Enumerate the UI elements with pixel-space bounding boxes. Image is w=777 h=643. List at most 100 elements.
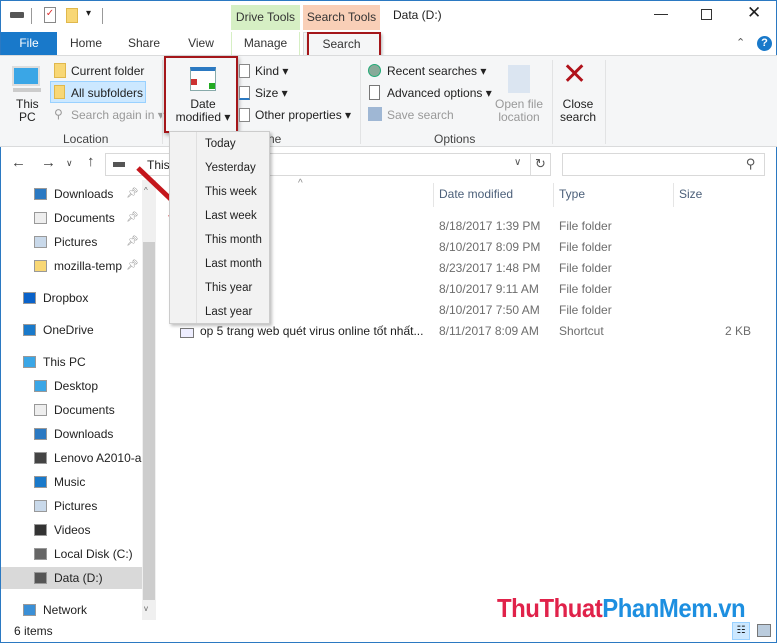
label: Other properties	[255, 108, 342, 122]
nav-item-label: Local Disk (C:)	[54, 547, 133, 561]
search-input[interactable]: ⚲	[562, 153, 765, 176]
table-row[interactable]: op 5 trang web quét virus online tốt nhấ…	[160, 321, 760, 342]
file-type: File folder	[559, 219, 612, 233]
nav-item[interactable]: OneDrive	[1, 319, 143, 341]
address-dropdown-icon[interactable]: ∨	[514, 157, 521, 168]
recent-searches-button[interactable]: Recent searches ▾	[387, 64, 486, 78]
nav-item[interactable]: Network	[1, 599, 143, 621]
menu-item[interactable]: Today	[205, 138, 236, 150]
status-item-count: 6 items	[14, 624, 53, 638]
nav-item-label: Videos	[54, 523, 91, 537]
nav-item[interactable]: mozilla-temp 📌︎	[1, 255, 143, 277]
close-search-button[interactable]: Close search	[556, 98, 600, 124]
menu-item[interactable]: Yesterday	[205, 162, 256, 174]
open-file-location-button[interactable]: Open file location	[492, 98, 546, 124]
nav-item-icon	[34, 260, 47, 272]
nav-item[interactable]: This PC	[1, 351, 143, 373]
file-date: 8/10/2017 8:09 PM	[439, 240, 541, 254]
other-properties-icon	[239, 108, 250, 122]
navigation-pane: Downloads 📌︎ Documents 📌︎ Pictures 📌︎ mozilla-…	[1, 0, 157, 620]
nav-item[interactable]: Downloads 📌︎	[1, 183, 143, 205]
label: Recent searches	[387, 64, 478, 78]
nav-item-icon	[34, 188, 47, 200]
scroll-thumb[interactable]	[143, 242, 155, 600]
nav-item-label: Dropbox	[43, 291, 89, 305]
nav-item-icon	[34, 524, 47, 536]
kind-icon	[239, 64, 250, 78]
refresh-icon[interactable]: ↻	[535, 156, 546, 172]
help-icon[interactable]: ?	[757, 36, 772, 51]
menu-item[interactable]: Last week	[205, 210, 257, 222]
maximize-button[interactable]	[701, 9, 712, 20]
nav-item-icon	[34, 548, 47, 560]
nav-scrollbar[interactable]: ^ v	[142, 180, 156, 620]
nav-item[interactable]: Videos	[1, 519, 143, 541]
open-file-location-icon	[508, 65, 530, 93]
nav-item-label: Pictures	[54, 499, 98, 513]
nav-item[interactable]: Lenovo A2010-a	[1, 447, 143, 469]
minimize-button[interactable]: —	[654, 5, 668, 21]
close-button[interactable]: ✕	[747, 3, 761, 23]
menu-item[interactable]: This week	[205, 186, 257, 198]
nav-item[interactable]: Documents	[1, 399, 143, 421]
nav-item[interactable]: Data (D:)	[1, 567, 143, 589]
nav-item-label: Desktop	[54, 379, 99, 393]
advanced-options-button[interactable]: Advanced options ▾	[387, 86, 492, 100]
nav-item-icon	[34, 380, 47, 392]
other-properties-button[interactable]: Other properties ▾	[255, 108, 351, 122]
nav-item-label: Lenovo A2010-a	[54, 451, 142, 465]
divider	[360, 60, 361, 144]
tab-manage[interactable]: Manage	[231, 32, 300, 55]
nav-item-icon	[23, 292, 36, 304]
nav-item[interactable]: Music	[1, 471, 143, 493]
menu-item[interactable]: This year	[205, 282, 252, 294]
divider	[162, 60, 163, 144]
size-button[interactable]: Size ▾	[255, 86, 288, 100]
group-label-options: Options	[434, 132, 476, 146]
tab-view[interactable]: View	[178, 32, 224, 55]
nav-item[interactable]: Pictures 📌︎	[1, 231, 143, 253]
group-label-refine: ne	[268, 132, 282, 146]
column-header-date-modified[interactable]: Date modified	[439, 187, 513, 201]
save-search-button[interactable]: Save search	[387, 108, 454, 122]
label: Kind	[255, 64, 280, 78]
nav-item[interactable]: Pictures	[1, 495, 143, 517]
pin-icon: 📌︎	[126, 260, 139, 271]
search-icon[interactable]: ⚲	[746, 156, 756, 172]
nav-item[interactable]: Dropbox	[1, 287, 143, 309]
divider	[605, 60, 606, 144]
scroll-down-icon[interactable]: v	[144, 604, 148, 613]
date-modified-menu: Today Yesterday This week Last week This mon…	[169, 131, 270, 324]
column-header-size[interactable]: Size	[679, 187, 702, 201]
size-icon	[239, 86, 250, 100]
nav-item-label: OneDrive	[43, 323, 94, 337]
collapse-ribbon-icon[interactable]: ⌃	[736, 36, 745, 49]
nav-item-label: mozilla-temp	[54, 259, 123, 273]
nav-item-label: This PC	[43, 355, 86, 369]
large-icons-view-button[interactable]	[757, 624, 771, 637]
shortcut-icon	[180, 328, 194, 338]
nav-item[interactable]: Documents 📌︎	[1, 207, 143, 229]
divider	[673, 183, 674, 207]
file-date: 8/10/2017 7:50 AM	[439, 303, 540, 317]
menu-item[interactable]: This month	[205, 234, 262, 246]
column-header-type[interactable]: Type	[559, 187, 585, 201]
nav-item-icon	[34, 572, 47, 584]
details-view-button[interactable]: ☷	[732, 622, 750, 640]
nav-item[interactable]: Desktop	[1, 375, 143, 397]
save-icon	[368, 107, 382, 121]
nav-item-icon	[34, 428, 47, 440]
divider	[552, 60, 553, 144]
nav-item[interactable]: Downloads	[1, 423, 143, 445]
nav-item[interactable]: Local Disk (C:)	[1, 543, 143, 565]
menu-item[interactable]: Last month	[205, 258, 262, 270]
nav-item-icon	[34, 404, 47, 416]
nav-item-icon	[34, 476, 47, 488]
menu-item[interactable]: Last year	[205, 306, 252, 318]
kind-button[interactable]: Kind ▾	[255, 64, 288, 78]
nav-item-label: Network	[43, 603, 88, 617]
divider	[530, 154, 531, 175]
nav-item-label: Documents	[54, 403, 115, 417]
nav-item-icon	[23, 604, 36, 616]
file-type: Shortcut	[559, 324, 604, 338]
